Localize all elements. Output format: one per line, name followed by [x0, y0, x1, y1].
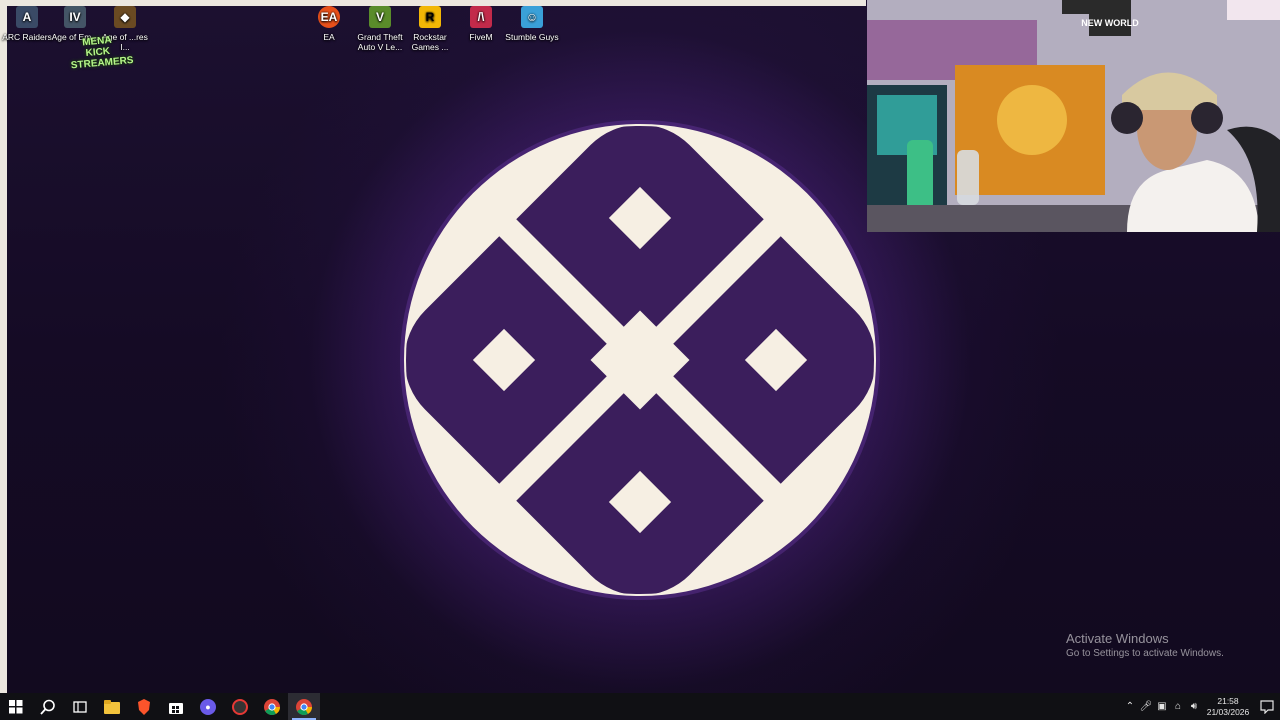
bottle [957, 150, 979, 205]
microphone-icon[interactable]: 🎤︎ [1138, 693, 1154, 720]
activate-windows-watermark: Activate Windows Go to Settings to activ… [1066, 631, 1224, 659]
search-button[interactable] [32, 693, 64, 720]
desktop-icon-ea[interactable]: EA EA [302, 6, 356, 42]
age-of-empires-iv-icon: IV [64, 6, 86, 28]
screen-recorder-icon [232, 698, 248, 715]
chrome-icon [264, 698, 280, 715]
clock[interactable]: 21:58 21/03/2026 [1206, 696, 1250, 718]
obs-icon: ● [200, 698, 216, 715]
logo-symbol [406, 126, 874, 594]
desktop-icon-label: Rockstar Games ... [411, 32, 449, 52]
chrome-active-icon [296, 698, 312, 715]
desktop-icon-label: EA [323, 32, 335, 42]
taskbar-recorder[interactable] [224, 693, 256, 720]
webcam-scene: NEW WORLD [867, 0, 1280, 232]
desktop-icon-label: Stumble Guys [505, 32, 559, 42]
show-hidden-icons-chevron-icon[interactable]: ⌃ [1122, 693, 1138, 720]
fivem-icon: /\ [470, 6, 492, 28]
taskbar-obs[interactable]: ● [192, 693, 224, 720]
gta-v-icon: V [369, 6, 391, 28]
taskbar-file-explorer[interactable] [96, 693, 128, 720]
desktop-icon-fivem[interactable]: /\ FiveM [454, 6, 508, 42]
display-icon[interactable]: ▣ [1154, 693, 1170, 720]
start-button[interactable] [0, 693, 32, 720]
desktop-icon-label: Grand Theft Auto V Le... [357, 32, 403, 52]
mena-kick-streamers-badge: MENA KICK STREAMERS [70, 34, 134, 72]
taskbar-chrome-active[interactable] [288, 693, 320, 720]
microsoft-store-icon [169, 702, 183, 714]
arc-raiders-icon: A [16, 6, 38, 28]
desktop-icon-label: ARC Raiders [2, 32, 52, 42]
watermark-subtitle: Go to Settings to activate Windows. [1066, 648, 1224, 659]
desktop-icon-rockstar-games[interactable]: R Rockstar Games ... [403, 6, 457, 52]
task-view-icon [73, 700, 87, 713]
desktop-icon-gta-v[interactable]: V Grand Theft Auto V Le... [353, 6, 407, 52]
volume-icon[interactable]: 🔊︎ [1186, 693, 1202, 720]
poster-text: NEW WORLD [1081, 18, 1139, 28]
watermark-title: Activate Windows [1066, 631, 1169, 646]
headphones-left [1111, 102, 1143, 134]
notification-center-button[interactable] [1254, 693, 1280, 720]
desktop-icon-label: FiveM [469, 32, 493, 42]
clock-date: 21/03/2026 [1206, 706, 1250, 717]
taskbar-store[interactable] [160, 693, 192, 720]
notification-icon [1260, 699, 1274, 714]
clock-time: 21:58 [1217, 695, 1239, 706]
taskbar-brave[interactable] [128, 693, 160, 720]
taskbar: ● ⌃ 🎤︎ ▣ ⌂ 🔊︎ 21:58 21/03/2026 [0, 693, 1280, 720]
rockstar-games-icon: R [419, 6, 441, 28]
brave-browser-icon [138, 698, 150, 715]
system-tray: ⌃ 🎤︎ ▣ ⌂ 🔊︎ 21:58 21/03/2026 [1122, 693, 1280, 720]
desktop-icon-arc-raiders[interactable]: A ARC Raiders [0, 6, 54, 42]
file-explorer-icon [104, 699, 120, 714]
headphones-right [1191, 102, 1223, 134]
ea-icon: EA [318, 6, 340, 28]
desktop-icon-stumble-guys[interactable]: ☺ Stumble Guys [505, 6, 559, 42]
windows-start-icon [9, 699, 23, 713]
taskbar-chrome[interactable] [256, 693, 288, 720]
search-icon [40, 699, 55, 715]
microphone [907, 140, 933, 210]
network-icon[interactable]: ⌂ [1170, 693, 1186, 720]
webcam-overlay: NEW WORLD [867, 0, 1280, 232]
stumble-guys-icon: ☺ [521, 6, 543, 28]
task-view-button[interactable] [64, 693, 96, 720]
age-of-empires-icon: ◆ [114, 6, 136, 28]
